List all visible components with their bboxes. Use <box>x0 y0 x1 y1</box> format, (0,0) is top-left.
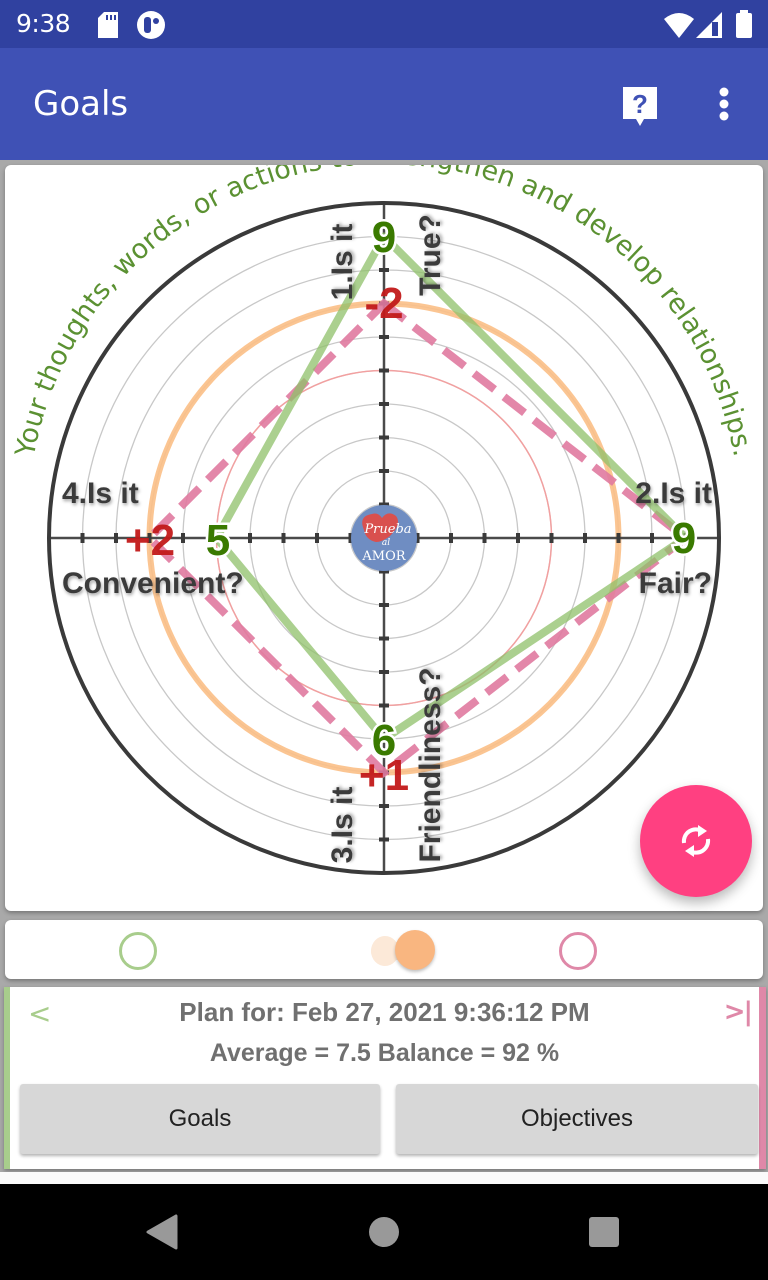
status-bar: 9:38 <box>0 0 768 48</box>
axis-tick <box>379 837 389 842</box>
plan-delta-label-3: +1 <box>359 751 409 800</box>
axis-tick <box>379 268 389 272</box>
recents-square-icon <box>589 1217 619 1247</box>
help-bubble-icon: ? <box>623 87 657 126</box>
axis-1-label-top: 1.Is it <box>326 224 359 301</box>
axis-3-label-bottom: Friendliness? <box>414 667 447 862</box>
app-bar: Goals ? <box>0 48 768 160</box>
system-nav-bar <box>0 1184 768 1280</box>
axis-tick <box>482 533 487 543</box>
axis-tick <box>616 533 621 543</box>
page-title: Goals <box>33 84 129 124</box>
recents-button[interactable] <box>584 1212 624 1252</box>
radar-chart-card: Prueba al AMOR 1.Is it True? 2.Is it Fair? 3… <box>5 165 763 911</box>
more-options-button[interactable] <box>708 82 740 130</box>
axis-tick <box>379 368 389 373</box>
logo-text-3: AMOR <box>361 549 406 564</box>
refresh-sync-icon <box>681 825 711 857</box>
radar-chart[interactable]: Prueba al AMOR 1.Is it True? 2.Is it Fair? 3… <box>5 165 763 911</box>
axis-3-label-top: 3.Is it <box>326 787 359 864</box>
app-notification-icon <box>136 10 166 45</box>
cell-signal-icon <box>696 12 722 43</box>
axis-tick <box>114 533 118 543</box>
axis-tick <box>315 533 319 543</box>
home-circle-icon <box>369 1217 399 1247</box>
plan-card: < Plan for: Feb 27, 2021 9:36:12 PM >| A… <box>4 987 766 1169</box>
axis-tick <box>516 533 520 543</box>
axis-tick <box>379 703 389 708</box>
axis-tick <box>379 603 389 607</box>
axis-tick <box>379 402 389 406</box>
axis-tick <box>650 533 654 543</box>
axis-tick <box>248 533 252 543</box>
refresh-fab[interactable] <box>640 785 752 897</box>
axis-tick <box>379 804 389 808</box>
axis-tick <box>449 533 453 543</box>
actual-value-label-4: 5 <box>206 516 230 565</box>
axis-tick <box>379 670 389 674</box>
battery-icon <box>735 10 753 43</box>
axis-4-label-bottom: Convenient? <box>62 567 244 600</box>
plan-delta-label-4: +2 <box>125 516 175 565</box>
center-logo: Prueba al AMOR <box>351 505 417 571</box>
more-vert-icon <box>719 87 729 121</box>
series-switch[interactable] <box>368 930 438 970</box>
axis-tick <box>281 533 286 543</box>
objectives-button[interactable]: Objectives <box>396 1084 758 1154</box>
back-button[interactable] <box>144 1212 184 1252</box>
axis-tick <box>379 335 389 339</box>
plan-delta-label-1: -2 <box>364 279 403 328</box>
axis-2-label-top: 2.Is it <box>635 477 712 510</box>
plan-stats: Average = 7.5 Balance = 92 % <box>209 1039 560 1067</box>
wifi-icon <box>664 12 694 43</box>
axis-tick <box>583 533 587 543</box>
value-labels: 9-296+15+2 <box>125 211 699 801</box>
axis-tick <box>379 636 389 641</box>
actual-series-radio[interactable] <box>119 932 157 970</box>
last-plan-button[interactable]: >| <box>724 997 753 1027</box>
switch-thumb[interactable] <box>395 930 435 970</box>
axis-tick <box>80 533 85 543</box>
svg-text:?: ? <box>632 89 648 119</box>
series-toggle-card <box>5 920 763 979</box>
goals-button[interactable]: Goals <box>20 1084 380 1154</box>
actual-value-label-2: 9 <box>672 514 696 563</box>
axis-4-label-top: 4.Is it <box>62 477 139 510</box>
back-triangle-icon <box>146 1214 178 1250</box>
axis-tick <box>549 533 554 543</box>
actual-value-label-1: 9 <box>372 213 396 262</box>
axis-tick <box>181 533 185 543</box>
sd-card-icon <box>98 12 118 43</box>
axis-2-label-bottom: Fair? <box>639 567 712 600</box>
axis-tick <box>379 435 389 440</box>
help-button[interactable]: ? <box>620 82 660 130</box>
logo-text-2: al <box>382 538 390 548</box>
status-time: 9:38 <box>16 9 71 38</box>
axis-tick <box>379 469 389 473</box>
logo-text-1: Prueba <box>363 522 411 537</box>
content-bottom-strip <box>0 1172 768 1184</box>
plan-series-radio[interactable] <box>559 932 597 970</box>
plan-date: Plan for: Feb 27, 2021 9:36:12 PM <box>179 997 590 1027</box>
home-button[interactable] <box>364 1212 404 1252</box>
axis-1-label-bottom: True? <box>414 214 447 296</box>
